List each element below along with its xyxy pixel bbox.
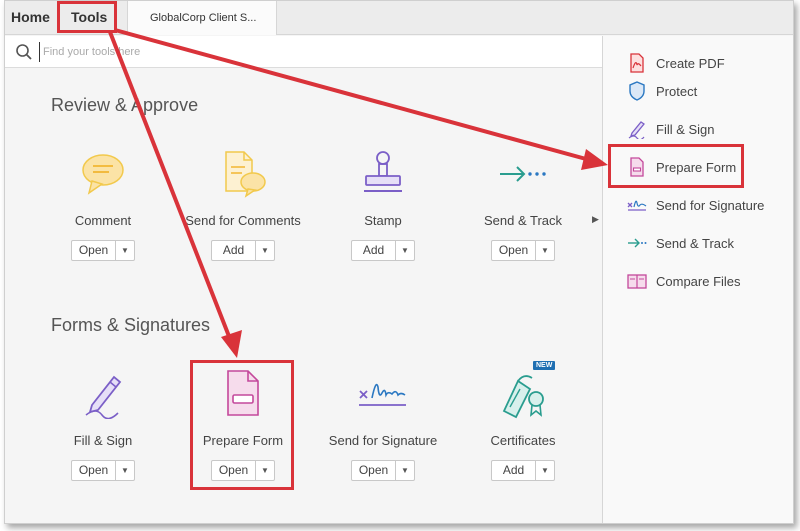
chevron-down-icon[interactable]: ▼ <box>116 241 134 260</box>
open-split-button: Open ▼ <box>71 240 135 261</box>
send-for-comments-icon[interactable] <box>218 149 268 199</box>
tool-action-button[interactable]: Add <box>212 241 256 260</box>
compare-files-icon <box>627 274 647 289</box>
fill-and-sign-icon[interactable] <box>78 369 128 419</box>
pane-item-label: Send for Signature <box>656 197 765 213</box>
tab-document[interactable]: GlobalCorp Client S... <box>127 1 277 35</box>
collapse-pane-icon[interactable]: ▶ <box>592 214 599 225</box>
chevron-down-icon[interactable]: ▼ <box>396 461 414 480</box>
tool-action-button[interactable]: Open <box>72 241 116 260</box>
tool-action-button[interactable]: Open <box>492 241 536 260</box>
add-split-button: Add ▼ <box>351 240 415 261</box>
tool-stamp: Stamp Add ▼ <box>313 149 453 261</box>
section-title-forms: Forms & Signatures <box>51 315 211 335</box>
tool-certificates: NEW Certificates Add ▼ <box>453 361 593 481</box>
tool-action-button[interactable]: Open <box>72 461 116 480</box>
open-split-button: Open ▼ <box>491 240 555 261</box>
tool-name: Send & Track <box>483 213 563 228</box>
tool-name: Fill & Sign <box>73 433 133 448</box>
tools-pane: Create PDF Protect Fill & Sign Prepare F… <box>603 36 793 523</box>
tool-comment: Comment Open ▼ <box>33 149 173 261</box>
chevron-down-icon[interactable]: ▼ <box>396 241 414 260</box>
fill-and-sign-icon <box>628 121 645 139</box>
send-and-track-icon[interactable] <box>498 149 548 199</box>
tool-send-and-track: Send & Track Open ▼ <box>453 149 593 261</box>
pane-item-label: Compare Files <box>656 273 741 289</box>
send-for-signature-icon[interactable] <box>358 369 408 419</box>
pane-item-label: Protect <box>656 83 698 99</box>
send-and-track-icon <box>628 238 647 248</box>
send-for-signature-icon <box>627 200 647 211</box>
pane-item-label: Create PDF <box>656 55 725 71</box>
tool-name: Comment <box>74 213 132 228</box>
app-window: Home Tools GlobalCorp Client S... Review… <box>4 0 794 524</box>
pane-item-send-for-signature[interactable]: Send for Signature <box>627 194 764 216</box>
tool-name: Certificates <box>490 433 556 448</box>
chevron-down-icon[interactable]: ▼ <box>256 241 274 260</box>
shield-icon <box>629 81 645 101</box>
tool-send-for-comments: Send for Comments Add ▼ <box>173 149 313 261</box>
annotation-highlight-prepare-form-pane <box>608 144 744 188</box>
tab-home[interactable]: Home <box>11 9 50 25</box>
new-badge: NEW <box>533 361 556 370</box>
pane-item-label: Send & Track <box>656 235 735 251</box>
annotation-highlight-prepare-form-tool <box>190 360 294 490</box>
chevron-down-icon[interactable]: ▼ <box>536 461 554 480</box>
open-split-button: Open ▼ <box>71 460 135 481</box>
pane-item-compare-files[interactable]: Compare Files <box>627 270 741 292</box>
tab-bar: Home Tools GlobalCorp Client S... <box>5 1 793 35</box>
pane-item-fill-and-sign[interactable]: Fill & Sign <box>627 118 715 140</box>
comment-icon[interactable] <box>78 149 128 199</box>
tool-send-for-signature: Send for Signature Open ▼ <box>313 369 453 481</box>
open-split-button: Open ▼ <box>351 460 415 481</box>
stamp-icon[interactable] <box>358 149 408 199</box>
search-input[interactable] <box>39 42 339 62</box>
pane-item-label: Fill & Sign <box>656 121 715 137</box>
chevron-down-icon[interactable]: ▼ <box>536 241 554 260</box>
section-title-review: Review & Approve <box>51 95 199 115</box>
tool-name: Send for Signature <box>328 433 438 448</box>
tool-action-button[interactable]: Open <box>352 461 396 480</box>
create-pdf-icon <box>630 53 644 73</box>
pane-item-send-and-track[interactable]: Send & Track <box>627 232 734 254</box>
tool-fill-and-sign: Fill & Sign Open ▼ <box>33 369 173 481</box>
add-split-button: Add ▼ <box>211 240 275 261</box>
tools-center: Review & Approve Comment Open ▼ Send for… <box>5 69 602 523</box>
search-icon <box>16 44 32 60</box>
annotation-highlight-tools-tab <box>57 1 117 33</box>
pane-item-protect[interactable]: Protect <box>627 80 697 102</box>
chevron-down-icon[interactable]: ▼ <box>116 461 134 480</box>
pane-item-create-pdf[interactable]: Create PDF <box>627 52 725 74</box>
certificates-icon[interactable] <box>498 369 548 419</box>
tool-name: Send for Comments <box>185 213 301 228</box>
tool-action-button[interactable]: Add <box>492 461 536 480</box>
search-bar <box>5 36 602 68</box>
tool-name: Stamp <box>364 213 402 228</box>
add-split-button: Add ▼ <box>491 460 555 481</box>
tool-action-button[interactable]: Add <box>352 241 396 260</box>
